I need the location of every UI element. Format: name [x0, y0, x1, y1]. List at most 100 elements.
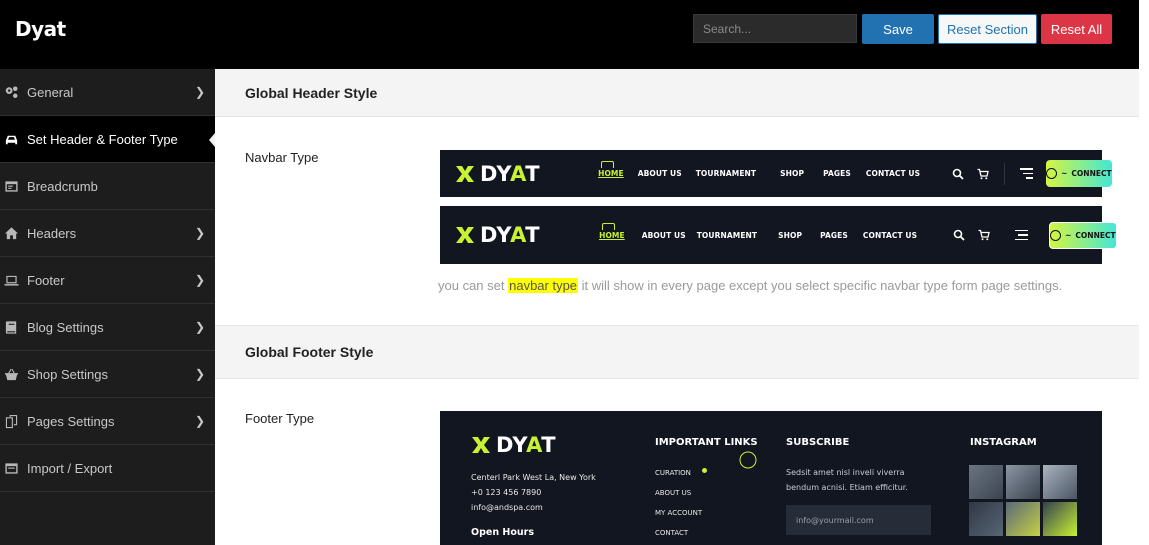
- sidebar-item-set-header-footer-type[interactable]: Set Header & Footer Type: [0, 116, 215, 163]
- footer-instagram-title: INSTAGRAM: [970, 437, 1037, 448]
- footer-link-curation: CURATION: [655, 469, 691, 477]
- login-icon: [1050, 229, 1062, 241]
- top-bar: Dyat Save Reset Section Reset All: [0, 0, 1139, 69]
- navbar-type-option-1[interactable]: DYAT HOME ABOUT US TOURNAMENT SHOP PAGES…: [440, 150, 1112, 197]
- search-icon: [953, 229, 965, 241]
- sidebar-item-label: Blog Settings: [27, 319, 104, 335]
- nav-item-pages: PAGES: [820, 230, 848, 240]
- sidebar-item-shop-settings[interactable]: Shop Settings ❯: [0, 351, 215, 398]
- nav-item-shop: SHOP: [780, 169, 805, 178]
- window-icon: [0, 179, 27, 194]
- sidebar-item-pages-settings[interactable]: Pages Settings ❯: [0, 398, 215, 445]
- laptop-icon: [0, 273, 27, 288]
- instagram-image: [1006, 502, 1040, 536]
- navbar-hint-text: you can set navbar type it will show in …: [438, 278, 1063, 293]
- footer-hours-title: Open Hours: [471, 527, 534, 538]
- footer-type-option-1[interactable]: DYAT Centerl Park West La, New York +0 1…: [440, 411, 1102, 545]
- search-icon: [952, 168, 964, 180]
- section-title-header: Global Header Style: [215, 69, 1139, 117]
- nav-item-contact: CONTACT US: [862, 230, 918, 240]
- footer-link-about: ABOUT US: [655, 489, 692, 497]
- book-icon: [0, 320, 27, 335]
- logo-x-icon: [472, 437, 490, 453]
- logo-x-icon: [456, 165, 474, 182]
- nav-icons: [953, 229, 1029, 241]
- sidebar-item-label: Footer: [27, 272, 65, 288]
- footer-subscribe-text: Sedsit amet nisl inveli viverra: [786, 468, 905, 477]
- footer-email: info@andspa.com: [471, 503, 543, 512]
- chevron-right-icon: ❯: [194, 226, 205, 240]
- chevron-right-icon: ❯: [194, 85, 205, 99]
- footer-link-account: MY ACCOUNT: [655, 509, 703, 517]
- main-panel: Global Header Style Navbar Type DYAT HOM…: [215, 69, 1139, 545]
- nav-item-pages: PAGES: [823, 169, 851, 178]
- instagram-image: [1043, 502, 1077, 536]
- nav-item-tournament: TOURNAMENT: [695, 169, 757, 178]
- footer-subscribe-text: bendum acnisi. Etiam efficitur.: [786, 483, 908, 492]
- menu-icon: [1020, 168, 1034, 179]
- sidebar: General ❯ Set Header & Footer Type Bread…: [0, 69, 215, 545]
- cart-icon: [978, 229, 990, 241]
- sidebar-item-footer[interactable]: Footer ❯: [0, 257, 215, 304]
- reset-all-button[interactable]: Reset All: [1041, 14, 1112, 44]
- sidebar-item-label: Pages Settings: [27, 413, 115, 429]
- scrollbar-track[interactable]: [1139, 0, 1149, 545]
- sidebar-item-label: Breadcrumb: [27, 178, 98, 194]
- nav-menu: HOME ABOUT US TOURNAMENT SHOP PAGES CONT…: [599, 222, 931, 240]
- instagram-image: [969, 465, 1003, 499]
- nav-item-about: ABOUT US: [641, 230, 686, 240]
- section-title-footer: Global Footer Style: [215, 325, 1139, 379]
- sidebar-item-label: Set Header & Footer Type: [27, 131, 178, 147]
- instagram-image: [1043, 465, 1077, 499]
- dyat-logo: DYAT: [471, 433, 556, 457]
- menu-icon: [1015, 229, 1029, 241]
- nav-item-home: HOME: [599, 222, 625, 240]
- sidebar-item-import-export[interactable]: Import / Export: [0, 445, 215, 492]
- copy-icon: [0, 414, 27, 429]
- sidebar-item-general[interactable]: General ❯: [0, 69, 215, 116]
- navbar-type-label: Navbar Type: [245, 150, 319, 165]
- circle-decoration: [739, 451, 757, 469]
- sidebar-item-label: General: [27, 84, 74, 100]
- sidebar-item-blog-settings[interactable]: Blog Settings ❯: [0, 304, 215, 351]
- logo-x-icon: [456, 227, 474, 243]
- connect-button-preview: ~ CONNECT: [1046, 160, 1112, 187]
- sidebar-item-label: Import / Export: [27, 460, 113, 476]
- cart-icon: [977, 168, 989, 179]
- reset-section-button[interactable]: Reset Section: [938, 14, 1037, 44]
- sidebar-item-headers[interactable]: Headers ❯: [0, 210, 215, 257]
- instagram-image: [969, 502, 1003, 536]
- gears-icon: [0, 85, 27, 100]
- nav-menu: HOME ABOUT US TOURNAMENT SHOP PAGES CONT…: [598, 161, 934, 178]
- nav-item-home: HOME: [598, 161, 624, 178]
- navbar-type-option-2[interactable]: DYAT HOME ABOUT US TOURNAMENT SHOP PAGES…: [440, 206, 1117, 264]
- nav-icons: [952, 162, 1034, 185]
- chevron-right-icon: ❯: [194, 414, 205, 428]
- dyat-logo: DYAT: [455, 223, 540, 247]
- sidebar-item-label: Headers: [27, 225, 77, 241]
- footer-email-input-preview: info@yourmail.com: [786, 505, 931, 535]
- chevron-right-icon: ❯: [194, 320, 205, 334]
- footer-links-title: IMPORTANT LINKS: [655, 437, 758, 448]
- footer-subscribe-title: SUBSCRIBE: [786, 437, 850, 448]
- basket-icon: [0, 367, 27, 382]
- sidebar-item-breadcrumb[interactable]: Breadcrumb: [0, 163, 215, 210]
- search-input[interactable]: [693, 14, 857, 43]
- app-title: Dyat: [15, 17, 66, 41]
- footer-type-label: Footer Type: [245, 411, 315, 426]
- window-icon: [0, 461, 27, 476]
- nav-item-tournament: TOURNAMENT: [696, 230, 758, 240]
- connect-button-preview: ~ CONNECT: [1049, 221, 1117, 249]
- instagram-image: [1006, 465, 1040, 499]
- login-icon: [1046, 168, 1058, 179]
- home-icon: [0, 226, 27, 241]
- footer-phone: +0 123 456 7890: [471, 488, 542, 497]
- divider: [1004, 162, 1006, 185]
- save-button[interactable]: Save: [862, 14, 934, 44]
- dyat-logo: DYAT: [455, 162, 540, 186]
- footer-link-contact: CONTACT: [655, 529, 689, 537]
- dot-indicator: [702, 468, 707, 473]
- chevron-right-icon: ❯: [194, 273, 205, 287]
- hint-highlight: navbar type: [508, 278, 579, 293]
- sidebar-item-label: Shop Settings: [27, 366, 108, 382]
